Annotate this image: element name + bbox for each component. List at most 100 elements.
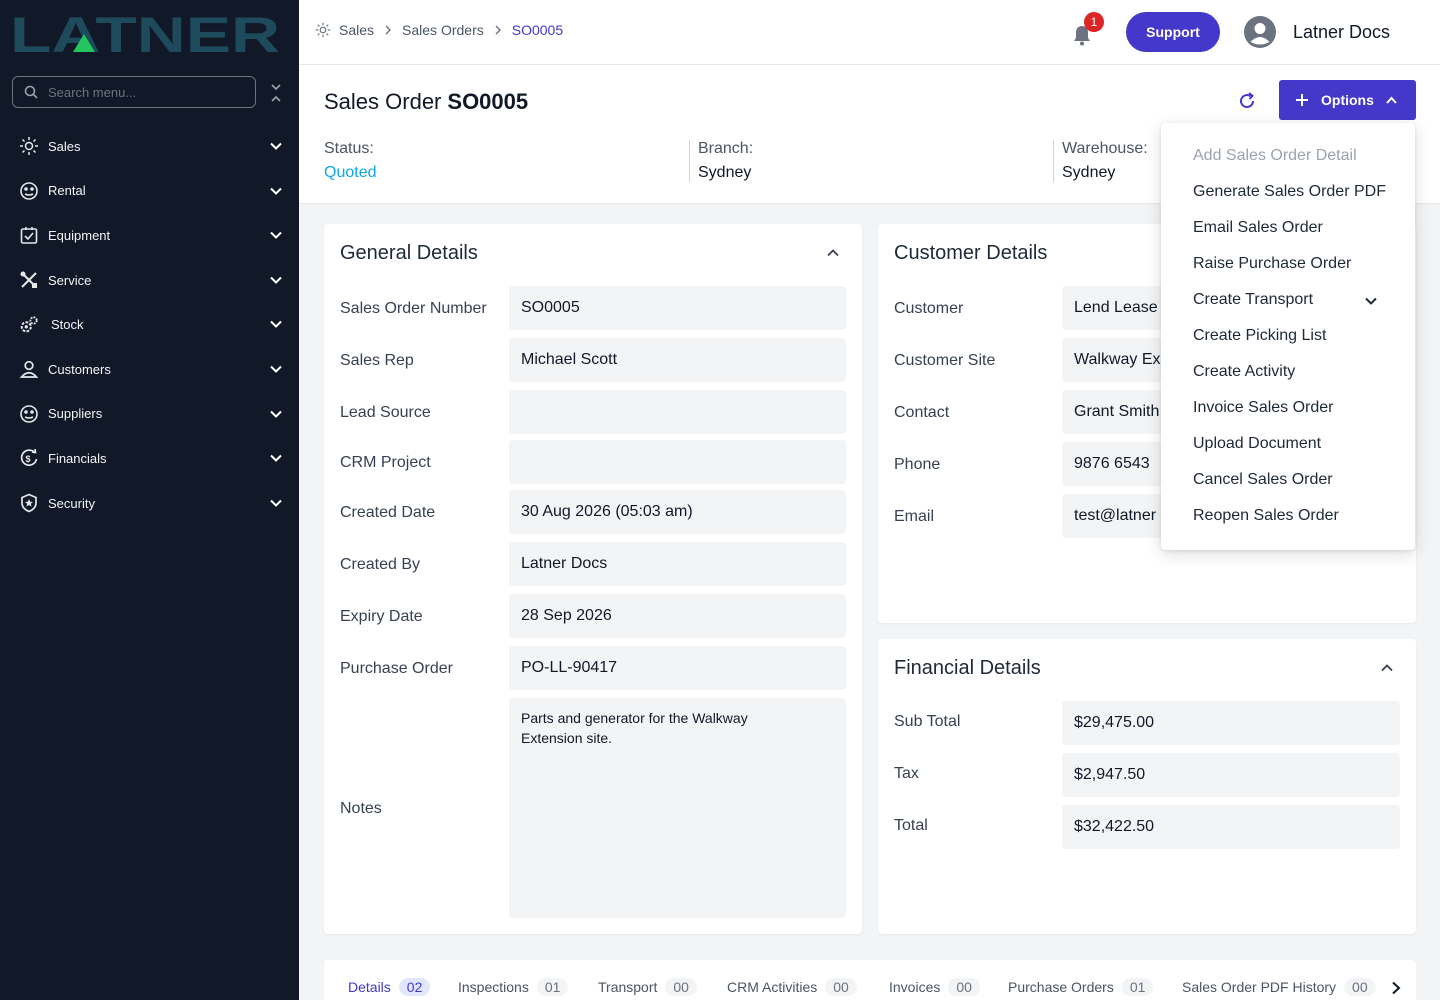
- tab-transport[interactable]: Transport 00: [598, 978, 697, 996]
- sidebar-item-service[interactable]: Service: [0, 258, 299, 303]
- financials-icon: $: [19, 448, 39, 468]
- lead-source-field[interactable]: [509, 390, 846, 434]
- tab-purchase-orders[interactable]: Purchase Orders 01: [1008, 978, 1154, 996]
- tab-crm-activities[interactable]: CRM Activities 00: [727, 978, 857, 996]
- menu-item-invoice-sales-order[interactable]: Invoice Sales Order: [1193, 399, 1334, 417]
- menu-item-raise-purchase-order[interactable]: Raise Purchase Order: [1193, 255, 1351, 273]
- options-menu: Add Sales Order Detail Generate Sales Or…: [1161, 123, 1415, 550]
- sidebar: LATNER Sales Rental Equipment Service: [0, 0, 299, 1000]
- sidebar-item-equipment[interactable]: Equipment: [0, 213, 299, 258]
- sidebar-item-suppliers[interactable]: Suppliers: [0, 392, 299, 437]
- stock-icon: [19, 315, 39, 335]
- tab-label: Sales Order PDF History: [1182, 979, 1337, 995]
- total-field[interactable]: $32,422.50: [1062, 805, 1400, 849]
- tab-inspections[interactable]: Inspections 01: [458, 978, 569, 996]
- chevron-up-icon[interactable]: [826, 246, 840, 260]
- avatar[interactable]: [1244, 16, 1276, 48]
- chevron-down-icon: [270, 142, 282, 150]
- field-label: Created By: [340, 556, 421, 573]
- sidebar-item-label: Service: [48, 272, 92, 288]
- security-icon: [19, 493, 39, 513]
- warehouse-block: Warehouse: Sydney: [1053, 140, 1148, 182]
- menu-item-email-sales-order[interactable]: Email Sales Order: [1193, 219, 1323, 237]
- status-block: Status: Quoted: [324, 140, 376, 182]
- tab-invoices[interactable]: Invoices 00: [889, 978, 980, 996]
- chevron-right-icon: [385, 25, 392, 35]
- status-value: Quoted: [324, 164, 377, 181]
- support-button[interactable]: Support: [1126, 12, 1220, 52]
- field-label: Tax: [894, 765, 919, 782]
- equipment-icon: [19, 225, 39, 245]
- collapse-sidebar-icon[interactable]: [266, 82, 286, 104]
- warehouse-label: Warehouse:: [1062, 140, 1148, 157]
- breadcrumb-sales[interactable]: Sales: [339, 22, 374, 38]
- general-details-card: General Details Sales Order Number SO000…: [324, 224, 862, 934]
- tab-details[interactable]: Details 02: [348, 978, 431, 996]
- sub-total-field[interactable]: $29,475.00: [1062, 701, 1400, 745]
- field-label: Sales Rep: [340, 352, 414, 369]
- field-label: Sales Order Number: [340, 300, 487, 317]
- sidebar-item-customers[interactable]: Customers: [0, 347, 299, 392]
- menu-item-reopen-sales-order[interactable]: Reopen Sales Order: [1193, 507, 1339, 525]
- sidebar-item-rental[interactable]: Rental: [0, 169, 299, 214]
- title-id: SO0005: [447, 89, 529, 114]
- options-label: Options: [1321, 92, 1374, 108]
- tab-label: CRM Activities: [727, 979, 818, 995]
- menu-item-create-transport[interactable]: Create Transport: [1193, 291, 1313, 309]
- sidebar-item-security[interactable]: Security: [0, 481, 299, 526]
- sales-order-number-field[interactable]: SO0005: [509, 286, 846, 330]
- svg-text:$: $: [26, 454, 31, 464]
- latner-logo[interactable]: LATNER: [10, 10, 282, 56]
- sidebar-item-stock[interactable]: Stock: [0, 302, 299, 347]
- status-label: Status:: [324, 140, 374, 157]
- created-by-field[interactable]: Latner Docs: [509, 542, 846, 586]
- expiry-date-field[interactable]: 28 Sep 2026: [509, 594, 846, 638]
- menu-item-cancel-sales-order[interactable]: Cancel Sales Order: [1193, 471, 1333, 489]
- refresh-icon[interactable]: [1237, 91, 1257, 111]
- chevron-down-icon[interactable]: [1364, 294, 1378, 308]
- sidebar-item-sales[interactable]: Sales: [0, 124, 299, 169]
- chevron-right-icon[interactable]: [1391, 981, 1401, 995]
- sidebar-item-label: Rental: [48, 183, 86, 199]
- notes-textarea[interactable]: Parts and generator for the Walkway Exte…: [509, 698, 846, 918]
- sales-rep-field[interactable]: Michael Scott: [509, 338, 846, 382]
- chevron-up-icon[interactable]: [1380, 661, 1394, 675]
- breadcrumb-current: SO0005: [511, 22, 564, 38]
- tab-sales-order-pdf-history[interactable]: Sales Order PDF History 00: [1182, 978, 1376, 996]
- purchase-order-field[interactable]: PO-LL-90417: [509, 646, 846, 690]
- card-title: Customer Details: [894, 242, 1048, 264]
- created-date-field[interactable]: 30 Aug 2026 (05:03 am): [509, 490, 846, 534]
- chevron-down-icon: [270, 276, 282, 284]
- sidebar-item-label: Customers: [48, 361, 111, 377]
- service-icon: [19, 270, 39, 290]
- options-button[interactable]: Options: [1279, 80, 1416, 120]
- sidebar-item-label: Sales: [48, 138, 81, 154]
- title-prefix: Sales Order: [324, 89, 442, 114]
- menu-search-input[interactable]: [48, 84, 238, 100]
- card-title: General Details: [340, 242, 478, 264]
- menu-search[interactable]: [12, 76, 256, 108]
- financial-details-card: Financial Details Sub Total $29,475.00 T…: [878, 639, 1416, 934]
- plus-icon: [1296, 94, 1308, 106]
- sidebar-item-financials[interactable]: $ Financials: [0, 436, 299, 481]
- user-name[interactable]: Latner Docs: [1293, 22, 1390, 43]
- svg-text:LATNER: LATNER: [10, 10, 280, 56]
- sales-icon: [315, 22, 331, 38]
- field-label: Notes: [340, 800, 382, 817]
- chevron-right-icon: [495, 25, 501, 35]
- field-label: Customer: [894, 300, 964, 317]
- tax-field[interactable]: $2,947.50: [1062, 753, 1400, 797]
- crm-project-field[interactable]: [509, 440, 846, 484]
- chevron-down-icon: [270, 499, 282, 507]
- card-title: Financial Details: [894, 657, 1041, 679]
- tab-label: Invoices: [889, 979, 941, 995]
- menu-item-upload-document[interactable]: Upload Document: [1193, 435, 1321, 453]
- menu-item-generate-pdf[interactable]: Generate Sales Order PDF: [1193, 183, 1386, 201]
- field-label: Created Date: [340, 504, 436, 521]
- menu-item-create-picking-list[interactable]: Create Picking List: [1193, 327, 1326, 345]
- chevron-down-icon: [270, 321, 282, 329]
- breadcrumb-sales-orders[interactable]: Sales Orders: [402, 22, 484, 38]
- chevron-down-icon: [270, 187, 282, 195]
- tab-count: 00: [665, 978, 697, 996]
- menu-item-create-activity[interactable]: Create Activity: [1193, 363, 1295, 381]
